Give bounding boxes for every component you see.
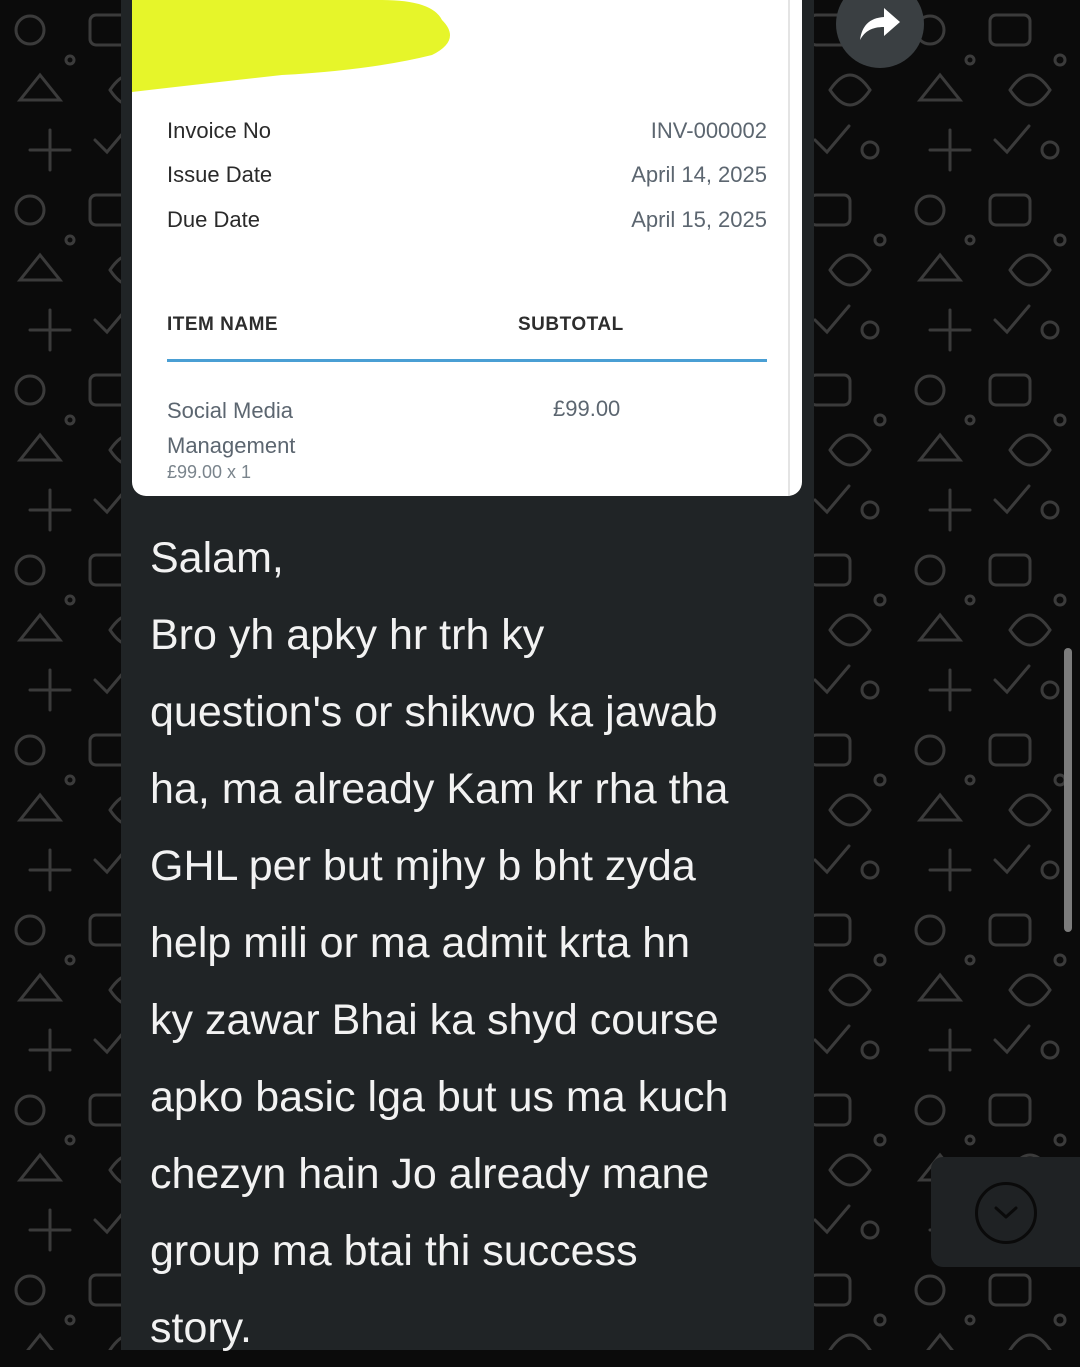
message-line: help mili or ma admit krta hn [150, 919, 691, 967]
due-date-label: Due Date [167, 207, 260, 232]
message-line: ky zawar Bhai ka shyd course [150, 996, 719, 1044]
invoice-image[interactable]: Invoice No INV-000002 Issue Date April 1… [132, 0, 802, 496]
scrollbar[interactable] [1064, 648, 1072, 932]
issue-date-value: April 14, 2025 [631, 162, 767, 187]
message-line: chezyn hain Jo already mane [150, 1150, 710, 1198]
message-line: Salam, [150, 534, 284, 582]
invoice-no-value: INV-000002 [650, 118, 767, 143]
message-line: group ma btai thi success [150, 1227, 638, 1275]
message-line: apko basic lga but us ma kuch [150, 1073, 729, 1121]
item-name-line1: Social Media [167, 398, 293, 423]
item-name-header: ITEM NAME [167, 314, 279, 335]
invoice-no-label: Invoice No [167, 118, 271, 143]
image-edge [788, 0, 790, 496]
issue-date-label: Issue Date [167, 162, 273, 187]
message-line: question's or shikwo ka jawab [150, 688, 718, 736]
message-line: ha, ma already Kam kr rha tha [150, 765, 729, 813]
message-line: GHL per but mjhy b bht zyda [150, 842, 696, 890]
table-header-rule [167, 359, 767, 362]
chevron-down-icon [994, 1206, 1018, 1219]
message-text: Salam, Bro yh apky hr trh ky question's … [150, 520, 790, 1367]
item-name: Social Media Management [167, 393, 367, 463]
forward-arrow-icon [860, 8, 900, 40]
message-line: story. [150, 1304, 252, 1352]
scroll-to-bottom-button[interactable] [931, 1157, 1080, 1267]
due-date-value: April 15, 2025 [631, 207, 767, 232]
subtotal-header: SUBTOTAL [518, 314, 624, 335]
redaction-mark [132, 0, 450, 92]
item-name-line2: Management [167, 433, 296, 458]
item-quantity: £99.00 x 1 [167, 462, 252, 482]
scroll-down-circle [975, 1182, 1037, 1244]
item-subtotal: £99.00 [553, 396, 621, 421]
message-line: Bro yh apky hr trh ky [150, 611, 545, 659]
